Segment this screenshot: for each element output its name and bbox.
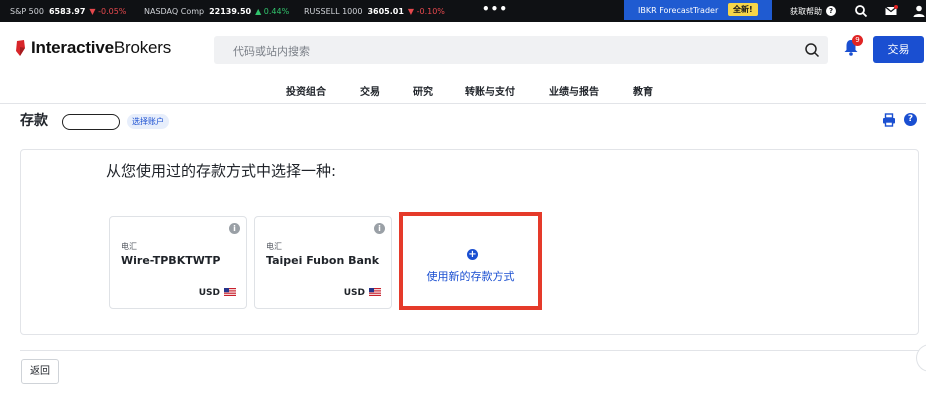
nav-item-transfer-pay[interactable]: 转账与支付 <box>465 83 515 98</box>
ticker-item-sp500[interactable]: S&P 500 6583.97 ▼ -0.05% <box>10 0 126 22</box>
nav-item-trade[interactable]: 交易 <box>360 83 380 98</box>
interactive-brokers-logo[interactable]: InteractiveBrokers <box>14 38 171 58</box>
forecasttrader-label: IBKR ForecastTrader <box>638 5 719 15</box>
nav-item-research[interactable]: 研究 <box>413 83 433 98</box>
ticker-name: RUSSELL 1000 <box>304 6 363 16</box>
account-selector[interactable] <box>62 114 120 130</box>
new-badge: 全新! <box>728 3 758 16</box>
new-deposit-method-card[interactable]: + 使用新的存款方式 <box>399 212 542 310</box>
divider <box>20 350 919 351</box>
ticker-value: 22139.50 <box>209 6 252 16</box>
method-currency: USD <box>343 288 365 298</box>
ticker-name: S&P 500 <box>10 6 44 16</box>
ticker-value: 6583.97 <box>48 6 86 16</box>
page-title: 存款 <box>20 113 48 129</box>
nav-item-portfolio[interactable]: 投资组合 <box>286 83 326 98</box>
logo-text: InteractiveBrokers <box>31 38 172 57</box>
chat-search-icon[interactable] <box>854 4 868 18</box>
ticker-change: ▲ 0.44% <box>255 6 290 16</box>
info-icon[interactable]: i <box>374 223 385 234</box>
plus-circle-icon: + <box>467 249 478 260</box>
mail-icon[interactable] <box>884 4 898 18</box>
search-placeholder: 代码或站内搜索 <box>233 45 310 58</box>
nav-item-performance-reports[interactable]: 业绩与报告 <box>549 83 599 98</box>
ticker-item-nasdaq[interactable]: NASDAQ Comp 22139.50 ▲ 0.44% <box>144 0 289 22</box>
back-button[interactable]: 返回 <box>21 359 59 384</box>
notification-count-badge: 9 <box>852 35 863 46</box>
method-name: Wire-TPBKTWTP <box>121 254 221 267</box>
methods-heading: 从您使用过的存款方式中选择一种: <box>106 162 337 180</box>
method-type: 电汇 <box>266 242 282 251</box>
new-method-label: 使用新的存款方式 <box>426 270 515 283</box>
us-flag-icon <box>224 288 236 296</box>
page-help-icon[interactable]: ? <box>904 113 917 126</box>
ib-logo-mark-icon <box>16 40 25 56</box>
nav-item-education[interactable]: 教育 <box>633 83 653 98</box>
get-help-link[interactable]: 获取帮助 ? <box>790 0 836 22</box>
choose-account-button[interactable]: 选择账户 <box>127 114 169 129</box>
deposit-method-card[interactable]: i 电汇 Taipei Fubon Bank USD <box>254 216 392 309</box>
side-panel-handle[interactable] <box>916 344 926 372</box>
trade-button[interactable]: 交易 <box>873 36 924 63</box>
ticker-item-russell[interactable]: RUSSELL 1000 3605.01 ▼ -0.10% <box>304 0 445 22</box>
print-icon[interactable] <box>882 113 896 127</box>
get-help-label: 获取帮助 <box>790 6 822 16</box>
method-type: 电汇 <box>121 242 137 251</box>
method-name: Taipei Fubon Bank <box>266 254 380 267</box>
market-ticker-bar: S&P 500 6583.97 ▼ -0.05% NASDAQ Comp 221… <box>0 0 926 22</box>
search-icon[interactable] <box>804 42 820 58</box>
method-currency: USD <box>198 288 220 298</box>
info-icon[interactable]: i <box>229 223 240 234</box>
more-tickers-button[interactable]: ••• <box>482 2 508 16</box>
ticker-change: ▼ -0.10% <box>407 6 445 16</box>
user-icon[interactable] <box>912 4 926 18</box>
ticker-value: 3605.01 <box>367 6 404 16</box>
notifications-button[interactable]: 9 <box>843 35 863 58</box>
us-flag-icon <box>369 288 381 296</box>
deposit-method-card[interactable]: i 电汇 Wire-TPBKTWTP USD <box>109 216 247 309</box>
search-input[interactable]: 代码或站内搜索 <box>214 36 828 64</box>
ticker-change: ▼ -0.05% <box>89 6 127 16</box>
ticker-name: NASDAQ Comp <box>144 6 205 16</box>
main-nav: 投资组合 交易 研究 转账与支付 业绩与报告 教育 <box>0 76 926 104</box>
forecasttrader-banner[interactable]: IBKR ForecastTrader 全新! <box>624 0 772 20</box>
help-circle-icon: ? <box>826 6 836 16</box>
